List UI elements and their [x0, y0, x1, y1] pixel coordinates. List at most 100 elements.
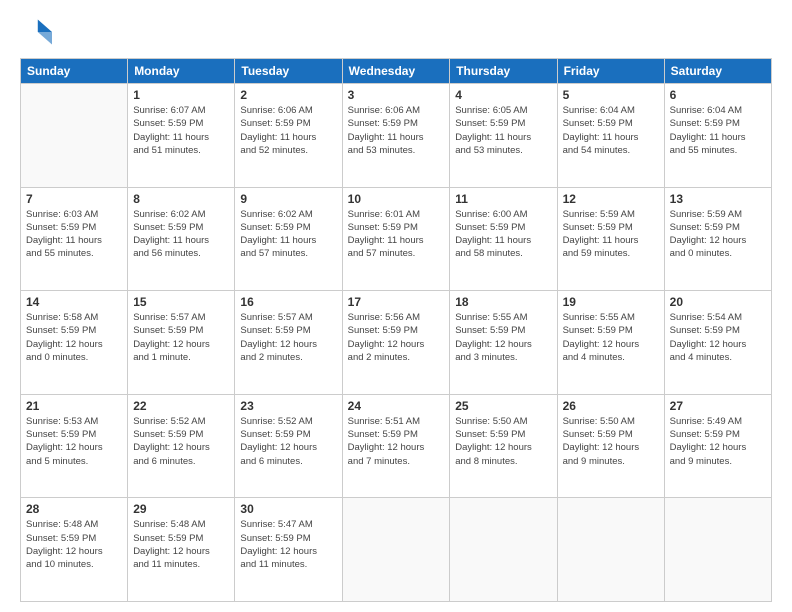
day-info: Sunrise: 6:04 AM Sunset: 5:59 PM Dayligh…: [563, 104, 659, 157]
day-number: 21: [26, 399, 122, 413]
day-number: 8: [133, 192, 229, 206]
day-number: 27: [670, 399, 766, 413]
calendar-cell: 12 Sunrise: 5:59 AM Sunset: 5:59 PM Dayli…: [557, 187, 664, 291]
day-info: Sunrise: 6:04 AM Sunset: 5:59 PM Dayligh…: [670, 104, 766, 157]
day-number: 4: [455, 88, 551, 102]
day-number: 25: [455, 399, 551, 413]
calendar-cell: 3 Sunrise: 6:06 AM Sunset: 5:59 PM Daylig…: [342, 84, 450, 188]
calendar-cell: 11 Sunrise: 6:00 AM Sunset: 5:59 PM Dayli…: [450, 187, 557, 291]
calendar-cell: 17 Sunrise: 5:56 AM Sunset: 5:59 PM Dayli…: [342, 291, 450, 395]
logo-icon: [20, 16, 52, 48]
calendar-cell: 21 Sunrise: 5:53 AM Sunset: 5:59 PM Dayli…: [21, 394, 128, 498]
day-number: 7: [26, 192, 122, 206]
day-number: 14: [26, 295, 122, 309]
day-info: Sunrise: 5:53 AM Sunset: 5:59 PM Dayligh…: [26, 415, 122, 468]
day-number: 11: [455, 192, 551, 206]
day-number: 28: [26, 502, 122, 516]
day-info: Sunrise: 6:03 AM Sunset: 5:59 PM Dayligh…: [26, 208, 122, 261]
calendar-cell: 27 Sunrise: 5:49 AM Sunset: 5:59 PM Dayli…: [664, 394, 771, 498]
weekday-header: Monday: [128, 59, 235, 84]
day-info: Sunrise: 6:06 AM Sunset: 5:59 PM Dayligh…: [348, 104, 445, 157]
day-info: Sunrise: 6:02 AM Sunset: 5:59 PM Dayligh…: [240, 208, 336, 261]
day-number: 13: [670, 192, 766, 206]
day-info: Sunrise: 6:05 AM Sunset: 5:59 PM Dayligh…: [455, 104, 551, 157]
calendar-cell: 4 Sunrise: 6:05 AM Sunset: 5:59 PM Daylig…: [450, 84, 557, 188]
calendar-cell: 30 Sunrise: 5:47 AM Sunset: 5:59 PM Dayli…: [235, 498, 342, 602]
calendar-cell: 9 Sunrise: 6:02 AM Sunset: 5:59 PM Daylig…: [235, 187, 342, 291]
day-number: 2: [240, 88, 336, 102]
day-number: 22: [133, 399, 229, 413]
calendar-cell: 6 Sunrise: 6:04 AM Sunset: 5:59 PM Daylig…: [664, 84, 771, 188]
weekday-header: Tuesday: [235, 59, 342, 84]
day-number: 15: [133, 295, 229, 309]
calendar-cell: 2 Sunrise: 6:06 AM Sunset: 5:59 PM Daylig…: [235, 84, 342, 188]
calendar-table: SundayMondayTuesdayWednesdayThursdayFrid…: [20, 58, 772, 602]
day-info: Sunrise: 5:54 AM Sunset: 5:59 PM Dayligh…: [670, 311, 766, 364]
day-info: Sunrise: 6:01 AM Sunset: 5:59 PM Dayligh…: [348, 208, 445, 261]
calendar-cell: 14 Sunrise: 5:58 AM Sunset: 5:59 PM Dayli…: [21, 291, 128, 395]
day-number: 24: [348, 399, 445, 413]
day-number: 9: [240, 192, 336, 206]
calendar-cell: 23 Sunrise: 5:52 AM Sunset: 5:59 PM Dayli…: [235, 394, 342, 498]
calendar-cell: 25 Sunrise: 5:50 AM Sunset: 5:59 PM Dayli…: [450, 394, 557, 498]
day-number: 26: [563, 399, 659, 413]
day-info: Sunrise: 5:58 AM Sunset: 5:59 PM Dayligh…: [26, 311, 122, 364]
calendar-cell: 20 Sunrise: 5:54 AM Sunset: 5:59 PM Dayli…: [664, 291, 771, 395]
day-info: Sunrise: 5:52 AM Sunset: 5:59 PM Dayligh…: [133, 415, 229, 468]
day-info: Sunrise: 6:07 AM Sunset: 5:59 PM Dayligh…: [133, 104, 229, 157]
calendar-cell: 24 Sunrise: 5:51 AM Sunset: 5:59 PM Dayli…: [342, 394, 450, 498]
day-info: Sunrise: 5:56 AM Sunset: 5:59 PM Dayligh…: [348, 311, 445, 364]
calendar-cell: [557, 498, 664, 602]
day-info: Sunrise: 6:06 AM Sunset: 5:59 PM Dayligh…: [240, 104, 336, 157]
day-info: Sunrise: 5:55 AM Sunset: 5:59 PM Dayligh…: [563, 311, 659, 364]
calendar-cell: 5Sunrise: 6:04 AM Sunset: 5:59 PM Daylig…: [557, 84, 664, 188]
calendar-cell: 7 Sunrise: 6:03 AM Sunset: 5:59 PM Daylig…: [21, 187, 128, 291]
calendar-cell: 18Sunrise: 5:55 AM Sunset: 5:59 PM Dayli…: [450, 291, 557, 395]
weekday-header: Wednesday: [342, 59, 450, 84]
day-number: 10: [348, 192, 445, 206]
day-info: Sunrise: 5:49 AM Sunset: 5:59 PM Dayligh…: [670, 415, 766, 468]
calendar-cell: 28 Sunrise: 5:48 AM Sunset: 5:59 PM Dayli…: [21, 498, 128, 602]
calendar-cell: [664, 498, 771, 602]
day-info: Sunrise: 5:50 AM Sunset: 5:59 PM Dayligh…: [563, 415, 659, 468]
day-number: 12: [563, 192, 659, 206]
day-info: Sunrise: 5:50 AM Sunset: 5:59 PM Dayligh…: [455, 415, 551, 468]
calendar-cell: 1 Sunrise: 6:07 AM Sunset: 5:59 PM Daylig…: [128, 84, 235, 188]
day-info: Sunrise: 5:57 AM Sunset: 5:59 PM Dayligh…: [240, 311, 336, 364]
calendar-cell: 13 Sunrise: 5:59 AM Sunset: 5:59 PM Dayli…: [664, 187, 771, 291]
day-number: 18: [455, 295, 551, 309]
calendar-cell: [342, 498, 450, 602]
day-info: Sunrise: 6:00 AM Sunset: 5:59 PM Dayligh…: [455, 208, 551, 261]
day-info: Sunrise: 5:59 AM Sunset: 5:59 PM Dayligh…: [563, 208, 659, 261]
weekday-header: Thursday: [450, 59, 557, 84]
day-number: 19: [563, 295, 659, 309]
weekday-header: Sunday: [21, 59, 128, 84]
day-number: 23: [240, 399, 336, 413]
day-info: Sunrise: 5:47 AM Sunset: 5:59 PM Dayligh…: [240, 518, 336, 571]
day-number: 6: [670, 88, 766, 102]
day-info: Sunrise: 5:59 AM Sunset: 5:59 PM Dayligh…: [670, 208, 766, 261]
calendar-cell: 26 Sunrise: 5:50 AM Sunset: 5:59 PM Dayli…: [557, 394, 664, 498]
logo: [20, 16, 56, 48]
day-info: Sunrise: 6:02 AM Sunset: 5:59 PM Dayligh…: [133, 208, 229, 261]
calendar-cell: 10 Sunrise: 6:01 AM Sunset: 5:59 PM Dayli…: [342, 187, 450, 291]
day-info: Sunrise: 5:57 AM Sunset: 5:59 PM Dayligh…: [133, 311, 229, 364]
day-info: Sunrise: 5:51 AM Sunset: 5:59 PM Dayligh…: [348, 415, 445, 468]
calendar-cell: [21, 84, 128, 188]
calendar-cell: 19 Sunrise: 5:55 AM Sunset: 5:59 PM Dayli…: [557, 291, 664, 395]
day-number: 29: [133, 502, 229, 516]
day-number: 17: [348, 295, 445, 309]
day-info: Sunrise: 5:52 AM Sunset: 5:59 PM Dayligh…: [240, 415, 336, 468]
calendar-cell: [450, 498, 557, 602]
calendar-cell: 29 Sunrise: 5:48 AM Sunset: 5:59 PM Dayli…: [128, 498, 235, 602]
calendar-cell: 8 Sunrise: 6:02 AM Sunset: 5:59 PM Daylig…: [128, 187, 235, 291]
day-number: 3: [348, 88, 445, 102]
day-info: Sunrise: 5:48 AM Sunset: 5:59 PM Dayligh…: [133, 518, 229, 571]
calendar-cell: 22 Sunrise: 5:52 AM Sunset: 5:59 PM Dayli…: [128, 394, 235, 498]
day-number: 1: [133, 88, 229, 102]
day-number: 20: [670, 295, 766, 309]
day-number: 30: [240, 502, 336, 516]
day-info: Sunrise: 5:48 AM Sunset: 5:59 PM Dayligh…: [26, 518, 122, 571]
weekday-header: Friday: [557, 59, 664, 84]
calendar-cell: 15 Sunrise: 5:57 AM Sunset: 5:59 PM Dayli…: [128, 291, 235, 395]
